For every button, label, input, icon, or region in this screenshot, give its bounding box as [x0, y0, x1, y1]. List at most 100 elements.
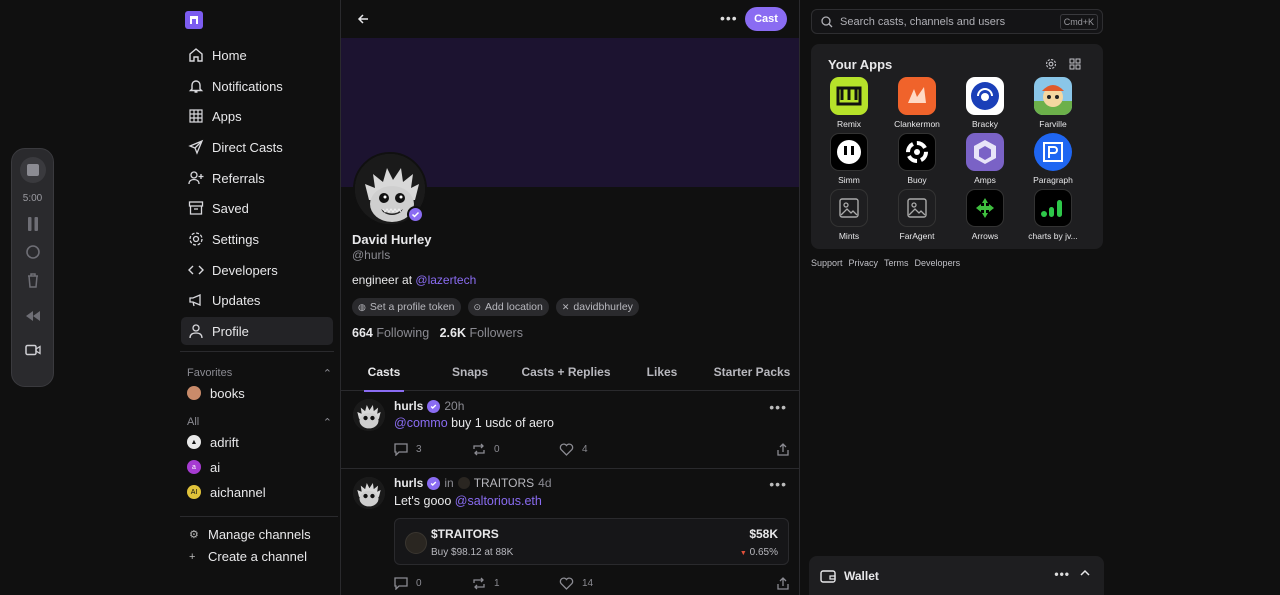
set-profile-token-chip[interactable]: ◍ Set a profile token [352, 298, 461, 316]
channel-label: adrift [210, 434, 239, 450]
app-simm[interactable]: Simm [815, 133, 883, 185]
cast-more-icon[interactable]: ••• [769, 399, 787, 415]
following-label: Following [376, 326, 430, 340]
nav-developers[interactable]: Developers [181, 256, 333, 284]
tab-snaps[interactable]: Snaps [447, 352, 493, 391]
like-button[interactable]: 4 [559, 443, 588, 456]
app-clankermon[interactable]: Clankermon [883, 77, 951, 129]
wallet-more-icon[interactable]: ••• [1054, 567, 1070, 581]
restart-icon[interactable] [25, 244, 41, 260]
profile-name: David Hurley [352, 232, 432, 247]
chevron-up-icon[interactable] [1080, 569, 1090, 576]
all-channels-section-header[interactable]: All ⌃ [187, 416, 332, 429]
cast-mention-link[interactable]: @commo [394, 416, 448, 430]
nav-referrals[interactable]: Referrals [181, 164, 333, 192]
profile-header-bar: ••• Cast [341, 0, 799, 38]
image-placeholder-icon [898, 189, 936, 227]
farcaster-logo[interactable] [185, 11, 203, 29]
x-account-chip[interactable]: ✕ davidbhurley [555, 298, 639, 316]
app-faragent[interactable]: FarAgent [883, 189, 951, 241]
following-stat[interactable]: 664 Following [352, 326, 429, 340]
channel-item-ai[interactable]: a ai [187, 457, 220, 477]
nav-apps[interactable]: Apps [181, 102, 333, 130]
nav-direct-casts[interactable]: Direct Casts [181, 133, 333, 161]
nav-label: Home [212, 47, 247, 63]
token-embed-card[interactable]: $TRAITORS Buy $98.12 at 88K $58K ▼ 0.65% [394, 518, 789, 565]
tab-casts-replies[interactable]: Casts + Replies [521, 352, 611, 391]
app-arrows[interactable]: Arrows [951, 189, 1019, 241]
wallet-panel[interactable]: Wallet ••• [809, 556, 1104, 595]
nav-notifications[interactable]: Notifications [181, 72, 333, 100]
nav-home[interactable]: Home [181, 41, 333, 69]
tab-casts[interactable]: Casts [364, 352, 404, 392]
app-mints[interactable]: Mints [815, 189, 883, 241]
app-paragraph[interactable]: Paragraph [1019, 133, 1087, 185]
stop-recording-button[interactable] [19, 157, 46, 183]
app-buoy[interactable]: Buoy [883, 133, 951, 185]
reply-button[interactable]: 3 [394, 443, 472, 456]
share-icon[interactable] [777, 577, 789, 590]
reply-button[interactable]: 0 [394, 577, 472, 590]
recast-icon [473, 577, 485, 590]
cast-more-icon[interactable]: ••• [769, 476, 787, 492]
footer-link-privacy[interactable]: Privacy [849, 258, 879, 268]
app-farville[interactable]: Farville [1019, 77, 1087, 129]
cast-channel-link[interactable]: TRAITORS [457, 476, 534, 490]
footer-link-developers[interactable]: Developers [915, 258, 961, 268]
followers-label: Followers [469, 326, 523, 340]
cast-item[interactable]: hurls in TRAITORS 4d ••• Let's gooo @sal… [341, 470, 799, 595]
footer-link-terms[interactable]: Terms [884, 258, 909, 268]
manage-channels-button[interactable]: ⚙ Manage channels [189, 527, 311, 542]
channel-label: ai [210, 459, 221, 475]
bio-mention-link[interactable]: @lazertech [415, 273, 476, 287]
nav-profile[interactable]: Profile [181, 317, 333, 345]
sidebar-divider [180, 351, 334, 352]
app-remix[interactable]: Remix [815, 77, 883, 129]
search-input[interactable]: Search casts, channels and users Cmd+K [811, 9, 1103, 34]
trash-icon[interactable] [26, 272, 40, 288]
tab-likes[interactable]: Likes [641, 352, 683, 391]
token-change-value: 0.65% [749, 547, 778, 558]
cast-author-avatar[interactable] [353, 399, 385, 431]
cast-author-name[interactable]: hurls [394, 476, 423, 490]
cast-item[interactable]: hurls 20h ••• @commo buy 1 usdc of aero … [341, 392, 799, 469]
app-bracky[interactable]: Bracky [951, 77, 1019, 129]
bio-text: engineer at [352, 273, 413, 287]
heart-icon [559, 443, 574, 456]
wallet-icon [820, 569, 836, 583]
cast-mention-link[interactable]: @saltorious.eth [455, 494, 542, 508]
recast-icon [473, 443, 485, 456]
apps-panel-title: Your Apps [828, 57, 893, 72]
recast-button[interactable]: 0 [472, 443, 559, 456]
add-location-chip[interactable]: ⊙ Add location [467, 298, 549, 316]
channel-item-aichannel[interactable]: AI aichannel [187, 482, 266, 502]
nav-updates[interactable]: Updates [181, 286, 333, 314]
verified-badge-icon [407, 206, 424, 223]
footer-link-support[interactable]: Support [811, 258, 843, 268]
nav-settings[interactable]: Settings [181, 225, 333, 253]
pause-icon[interactable] [26, 216, 40, 232]
app-amps[interactable]: Amps [951, 133, 1019, 185]
camera-icon[interactable] [24, 344, 41, 356]
cast-author-name[interactable]: hurls [394, 399, 423, 413]
back-arrow-icon[interactable] [357, 13, 369, 25]
nav-saved[interactable]: Saved [181, 194, 333, 222]
rewind-icon[interactable] [25, 310, 41, 322]
cast-button[interactable]: Cast [745, 7, 787, 31]
gear-icon[interactable] [1045, 58, 1057, 70]
tab-starter-packs[interactable]: Starter Packs [713, 352, 791, 391]
like-button[interactable]: 14 [559, 577, 593, 590]
channel-item-adrift[interactable]: ▲ adrift [187, 432, 239, 452]
followers-stat[interactable]: 2.6K Followers [440, 326, 523, 340]
recast-button[interactable]: 1 [472, 577, 559, 590]
channel-avatar: a [187, 460, 201, 474]
favorites-section-header[interactable]: Favorites ⌃ [187, 367, 332, 380]
share-icon[interactable] [777, 443, 789, 456]
cast-author-avatar[interactable] [353, 477, 385, 509]
channel-item-books[interactable]: books [187, 383, 245, 403]
app-charts[interactable]: charts by jv... [1019, 189, 1087, 241]
create-channel-button[interactable]: + Create a channel [189, 549, 307, 564]
grid-icon[interactable] [1069, 58, 1081, 70]
more-options-icon[interactable]: ••• [720, 10, 738, 26]
channel-actions: ⚙ Manage channels + Create a channel [180, 516, 338, 576]
